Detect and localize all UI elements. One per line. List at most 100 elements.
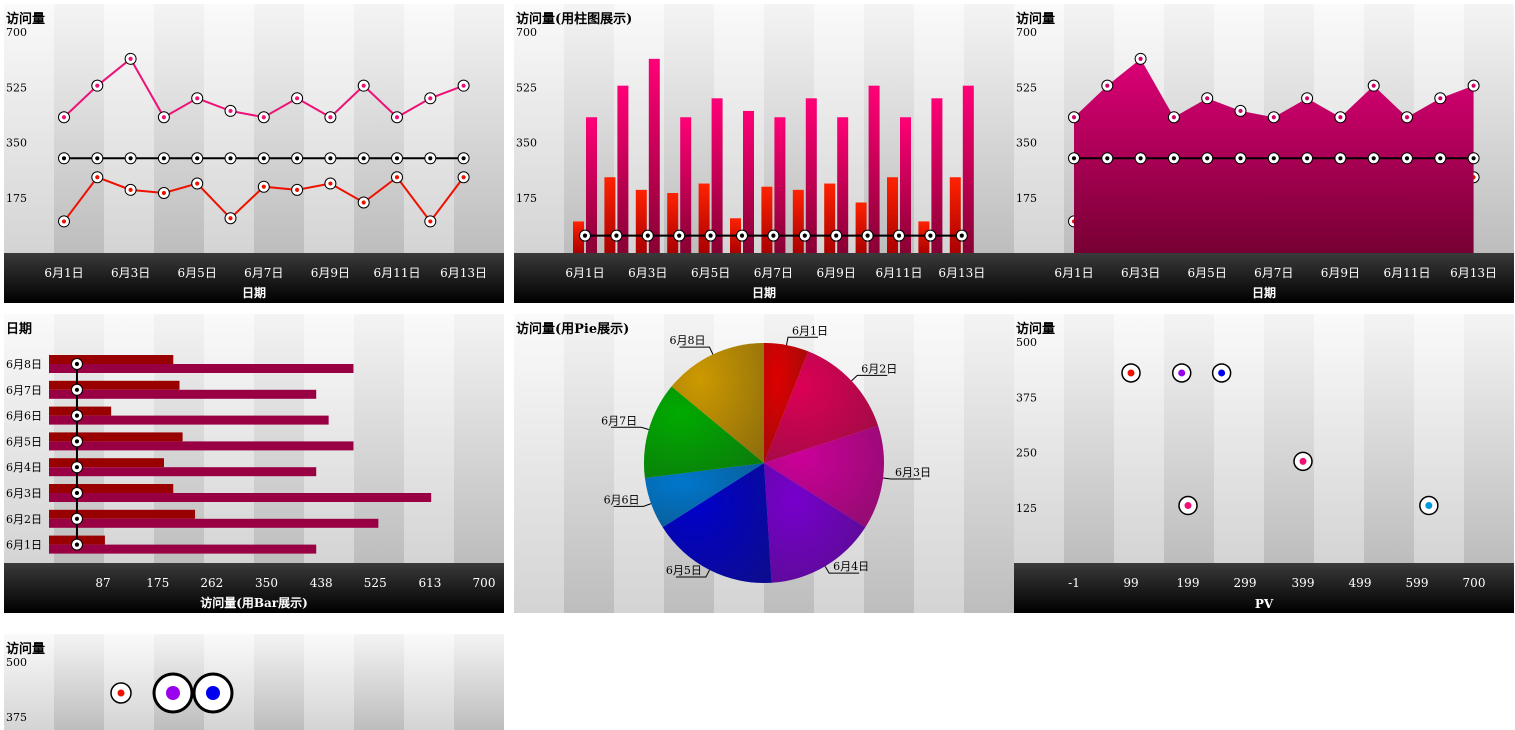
- grid-band: [514, 4, 564, 253]
- x-tick-label: 6月13日: [440, 266, 487, 280]
- grid-band: [1364, 314, 1414, 563]
- data-point-dot: [1271, 156, 1276, 161]
- hbar: [49, 415, 329, 425]
- hbar: [49, 389, 317, 399]
- x-tick-label: 700: [473, 576, 496, 590]
- grid-band: [564, 314, 614, 613]
- data-point-dot: [582, 233, 588, 238]
- column-bar: [855, 202, 867, 253]
- hbar: [49, 493, 432, 502]
- grid-band: [1314, 314, 1364, 563]
- pie-slice-label: 6月1日: [792, 324, 828, 337]
- y-tick-label: 700: [1016, 26, 1037, 39]
- column-bar: [617, 85, 629, 254]
- scatter-chart: -1 99 199 299 399 499 599 700 125 250 375 500: [1014, 314, 1514, 613]
- data-point-dot: [928, 233, 933, 238]
- grid-band: [454, 4, 504, 253]
- data-point-dot: [461, 83, 466, 88]
- hbar: [49, 544, 317, 554]
- data-point-dot: [295, 96, 300, 101]
- data-point-dot: [128, 187, 133, 192]
- area-chart-x-title: 日期: [1251, 286, 1276, 300]
- data-point-dot: [802, 233, 807, 238]
- data-point-dot: [195, 156, 200, 161]
- data-point-dot: [328, 181, 333, 186]
- y-tick-label: 125: [1016, 502, 1037, 515]
- data-point-dot: [1071, 115, 1077, 120]
- data-point-dot: [708, 233, 713, 238]
- data-point-dot: [834, 233, 839, 238]
- grid-band: [154, 4, 204, 253]
- pie-slice-label: 6月4日: [833, 560, 869, 573]
- scatter-chart-panel: -1 99 199 299 399 499 599 700 125 250 375 500 访问量 P…: [1014, 314, 1514, 613]
- data-point-dot: [1404, 115, 1410, 120]
- data-point-dot: [161, 115, 166, 120]
- y-tick-label: 175: [1016, 192, 1037, 205]
- grid-band: [1064, 314, 1114, 563]
- data-point-dot: [74, 413, 80, 418]
- data-point-dot: [739, 233, 745, 238]
- data-point-dot: [295, 187, 300, 192]
- column-bar: [648, 58, 660, 254]
- x-tick-label: 175: [146, 576, 169, 590]
- bubble-chart-title: 访问量: [6, 642, 46, 657]
- grid-band: [304, 634, 354, 730]
- column-bar: [962, 85, 974, 254]
- scatter-chart-x-title: PV: [1254, 597, 1274, 611]
- x-tick-label: 6月1日: [44, 266, 83, 280]
- hbar: [49, 467, 317, 477]
- data-point-dot: [1171, 115, 1176, 120]
- data-point-dot: [128, 156, 133, 161]
- data-point-dot: [95, 175, 100, 180]
- data-point-dot: [1305, 96, 1310, 101]
- data-point-dot: [1271, 115, 1276, 120]
- column-bar: [667, 193, 679, 253]
- grid-band: [454, 314, 504, 563]
- column-bar: [805, 98, 817, 253]
- pie-slice-label: 6月8日: [670, 334, 706, 347]
- scatter-point-dot: [1184, 502, 1192, 510]
- x-tick-label: 6月5日: [691, 266, 730, 280]
- data-point-dot: [261, 156, 266, 161]
- hbar: [49, 518, 379, 528]
- x-tick-label: 6月3日: [1121, 266, 1160, 280]
- hbar-chart-panel: 87 175 262 350 438 525 613 700 6月8日 6月7日 6月6日 6月5日 6…: [4, 314, 504, 613]
- hbar-chart-title: 日期: [6, 322, 33, 337]
- x-tick-label: 6月11日: [876, 266, 923, 280]
- grid-band: [514, 314, 564, 613]
- y-tick-label: 175: [6, 192, 27, 205]
- grid-band: [1464, 314, 1514, 563]
- y-tick-label: 6月1日: [6, 539, 42, 552]
- data-point-dot: [1071, 156, 1077, 161]
- grid-band: [1414, 314, 1464, 563]
- line-chart-panel: 175 350 525 700 6月1日 6月3日 6月5日 6月7日 6月9日 6月11日 6月1…: [4, 4, 504, 303]
- scatter-point-dot: [1425, 502, 1433, 510]
- grid-band: [254, 634, 304, 730]
- data-point-dot: [1238, 108, 1243, 114]
- x-tick-label: 6月9日: [311, 266, 350, 280]
- grid-band: [1164, 314, 1214, 563]
- x-tick-label: 6月9日: [1321, 266, 1360, 280]
- data-point-dot: [161, 190, 166, 196]
- data-point-dot: [95, 156, 100, 161]
- data-point-dot: [896, 233, 902, 238]
- grid-band: [354, 634, 404, 730]
- data-point-dot: [1371, 83, 1376, 88]
- column-chart-panel: 175 350 525 700 6月1日 6月3日 6月5日 6月7日 6月9日 6月11日 6月1…: [514, 4, 1014, 303]
- data-point-dot: [74, 490, 80, 496]
- grid-band: [254, 4, 304, 253]
- data-point-dot: [295, 156, 300, 161]
- pie-slice-label: 6月5日: [666, 564, 702, 577]
- data-point-dot: [865, 233, 870, 238]
- data-point-dot: [74, 542, 80, 547]
- x-tick-label: 262: [200, 576, 223, 590]
- grid-band: [304, 4, 354, 253]
- x-tick-label: 6月7日: [1254, 266, 1293, 280]
- hbar: [49, 380, 180, 390]
- y-tick-label: 375: [6, 711, 27, 724]
- x-tick-label: 99: [1123, 576, 1138, 590]
- y-tick-label: 6月2日: [6, 513, 42, 526]
- data-point-dot: [1205, 96, 1210, 101]
- data-point-dot: [1138, 56, 1143, 61]
- y-tick-label: 525: [6, 81, 27, 94]
